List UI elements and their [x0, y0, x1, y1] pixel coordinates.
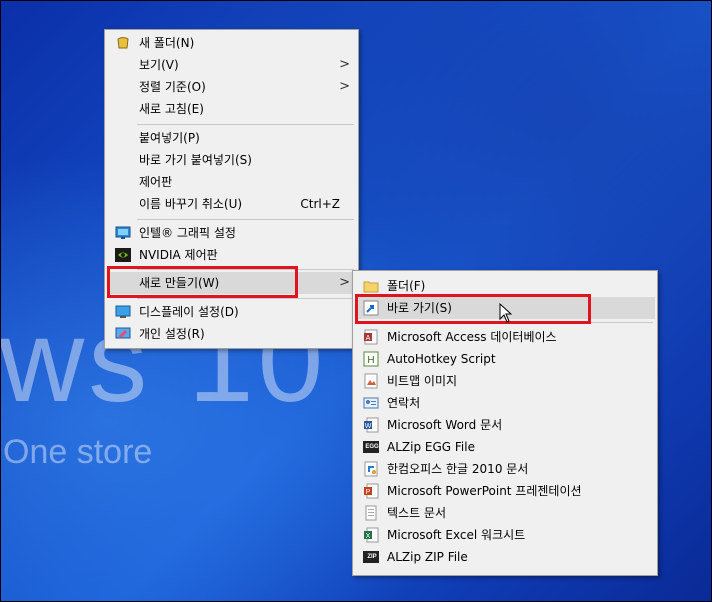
- autohotkey-icon: H: [363, 351, 379, 367]
- hwp-icon: [364, 461, 378, 477]
- desktop-context-menu: 새 폴더(N) 보기(V) > 정렬 기준(O) > 새로 고침(E) 붙여넣기…: [104, 29, 359, 349]
- menu-item-refresh[interactable]: 새로 고침(E): [107, 98, 356, 120]
- zip-badge-text: ZIP: [367, 554, 377, 560]
- menu-item-sort-by[interactable]: 정렬 기준(O) >: [107, 76, 356, 98]
- submenu-item-label: AutoHotkey Script: [387, 352, 496, 366]
- submenu-item-alzip-zip[interactable]: ZIP ALZip ZIP File: [355, 546, 655, 568]
- menu-item-label: 개인 설정(R): [139, 327, 205, 341]
- submenu-item-label: 연락처: [387, 396, 421, 410]
- submenu-item-hwp[interactable]: 한컴오피스 한글 2010 문서: [355, 458, 655, 480]
- submenu-arrow-icon: >: [339, 57, 350, 72]
- svg-text:H: H: [367, 355, 374, 366]
- submenu-arrow-icon: >: [339, 275, 350, 290]
- bitmap-icon: [364, 373, 378, 389]
- word-icon: W: [364, 417, 379, 433]
- menu-item-label: NVIDIA 제어판: [139, 248, 218, 262]
- svg-text:P: P: [366, 489, 371, 496]
- submenu-item-label: 비트맵 이미지: [387, 374, 458, 388]
- menu-item-label: 바로 가기 붙여넣기(S): [139, 153, 252, 167]
- submenu-item-label: 한컴오피스 한글 2010 문서: [387, 462, 529, 476]
- menu-item-label: 디스플레이 설정(D): [139, 305, 239, 319]
- submenu-item-contact[interactable]: 연락처: [355, 392, 655, 414]
- menu-item-label: 인텔® 그래픽 설정: [139, 226, 236, 240]
- submenu-item-access[interactable]: A Microsoft Access 데이터베이스: [355, 326, 655, 348]
- svg-text:W: W: [365, 423, 372, 430]
- menu-item-intel-graphics[interactable]: 인텔® 그래픽 설정: [107, 222, 356, 244]
- contact-icon: [363, 397, 379, 409]
- powerpoint-icon: P: [364, 483, 379, 499]
- menu-item-shortcut: Ctrl+Z: [300, 197, 340, 211]
- submenu-item-label: ALZip ZIP File: [387, 550, 468, 564]
- menu-item-undo-rename[interactable]: 이름 바꾸기 취소(U) Ctrl+Z: [107, 193, 356, 215]
- menu-separator: [137, 298, 354, 299]
- submenu-item-label: Microsoft PowerPoint 프레젠테이션: [387, 484, 582, 498]
- submenu-item-label: Microsoft Access 데이터베이스: [387, 330, 557, 344]
- menu-item-view[interactable]: 보기(V) >: [107, 54, 356, 76]
- display-icon: [115, 305, 131, 318]
- excel-icon: X: [364, 527, 379, 543]
- personalize-icon: [115, 327, 131, 339]
- annotation-highlight-new: [107, 266, 298, 298]
- menu-item-display-settings[interactable]: 디스플레이 설정(D): [107, 301, 356, 323]
- access-icon: A: [364, 329, 378, 345]
- mouse-cursor-icon: [499, 303, 513, 323]
- new-folder-icon: [117, 37, 129, 49]
- menu-item-paste-shortcut[interactable]: 바로 가기 붙여넣기(S): [107, 149, 356, 171]
- menu-separator: [137, 219, 354, 220]
- submenu-arrow-icon: >: [339, 79, 350, 94]
- menu-separator: [137, 124, 354, 125]
- menu-item-nvidia-control-panel[interactable]: NVIDIA 제어판: [107, 244, 356, 266]
- annotation-highlight-shortcut: [355, 294, 591, 324]
- menu-item-label: 새로 고침(E): [139, 102, 204, 116]
- submenu-item-label: ALZip EGG File: [387, 440, 475, 454]
- submenu-item-label: Microsoft Word 문서: [387, 418, 503, 432]
- menu-item-label: 붙여넣기(P): [139, 131, 200, 145]
- menu-item-label: 제어판: [139, 175, 173, 189]
- svg-text:A: A: [366, 335, 371, 342]
- menu-item-label: 새 폴더(N): [139, 36, 195, 50]
- menu-item-label: 보기(V): [139, 58, 179, 72]
- submenu-item-label: Microsoft Excel 워크시트: [387, 528, 526, 542]
- submenu-item-word[interactable]: W Microsoft Word 문서: [355, 414, 655, 436]
- submenu-item-autohotkey[interactable]: H AutoHotkey Script: [355, 348, 655, 370]
- submenu-item-powerpoint[interactable]: P Microsoft PowerPoint 프레젠테이션: [355, 480, 655, 502]
- folder-icon: [363, 281, 379, 293]
- menu-item-personalize[interactable]: 개인 설정(R): [107, 323, 356, 345]
- submenu-item-alzip-egg[interactable]: EGG ALZip EGG File: [355, 436, 655, 458]
- menu-item-label: 정렬 기준(O): [139, 80, 206, 94]
- menu-item-paste[interactable]: 붙여넣기(P): [107, 127, 356, 149]
- submenu-item-text-document[interactable]: 텍스트 문서: [355, 502, 655, 524]
- submenu-item-bitmap[interactable]: 비트맵 이미지: [355, 370, 655, 392]
- svg-text:X: X: [366, 533, 371, 540]
- intel-graphics-icon: [115, 226, 131, 239]
- desktop[interactable]: ws 10 One store 새 폴더(N) 보기(V) > 정렬 기준(O)…: [0, 0, 712, 602]
- text-document-icon: [365, 505, 377, 521]
- menu-item-label: 이름 바꾸기 취소(U): [139, 197, 243, 211]
- nvidia-icon: [115, 248, 131, 262]
- wallpaper-tagline: One store: [3, 433, 153, 471]
- menu-item-new-folder[interactable]: 새 폴더(N): [107, 32, 356, 54]
- egg-badge-text: EGG: [365, 444, 379, 450]
- submenu-item-label: 텍스트 문서: [387, 506, 447, 520]
- submenu-item-excel[interactable]: X Microsoft Excel 워크시트: [355, 524, 655, 546]
- menu-item-control-panel[interactable]: 제어판: [107, 171, 356, 193]
